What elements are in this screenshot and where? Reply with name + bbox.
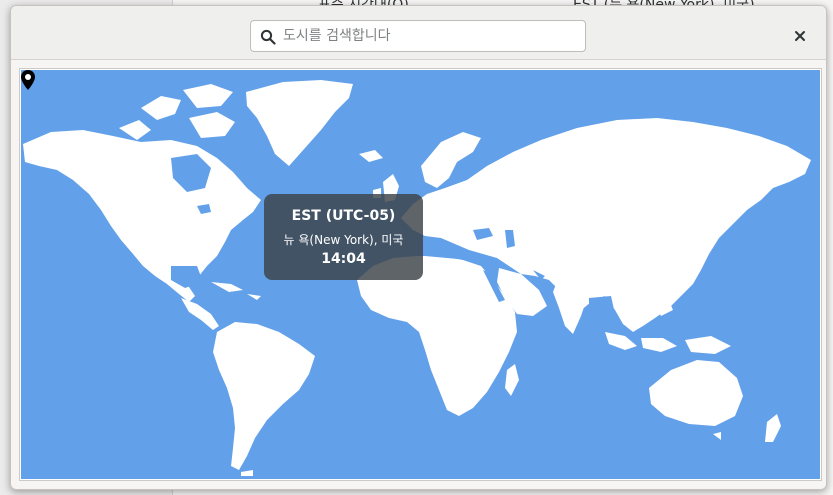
map-location-pin-icon[interactable]	[21, 70, 35, 90]
dialog-header	[11, 6, 826, 60]
city-search-box[interactable]	[250, 20, 586, 52]
search-icon	[260, 29, 276, 45]
close-icon	[795, 31, 805, 41]
city-search-input[interactable]	[283, 21, 579, 51]
timezone-city: 뉴 욕(New York), 미국	[283, 233, 404, 247]
close-button[interactable]	[786, 22, 814, 50]
timezone-info-bubble: EST (UTC-05) 뉴 욕(New York), 미국 14:04	[264, 194, 423, 280]
timezone-map-frame: EST (UTC-05) 뉴 욕(New York), 미국 14:04	[19, 68, 822, 481]
timezone-time: 14:04	[321, 251, 366, 267]
timezone-dialog: EST (UTC-05) 뉴 욕(New York), 미국 14:04	[10, 5, 827, 490]
timezone-world-map[interactable]: EST (UTC-05) 뉴 욕(New York), 미국 14:04	[21, 70, 820, 479]
timezone-abbreviation: EST (UTC-05)	[291, 208, 396, 224]
